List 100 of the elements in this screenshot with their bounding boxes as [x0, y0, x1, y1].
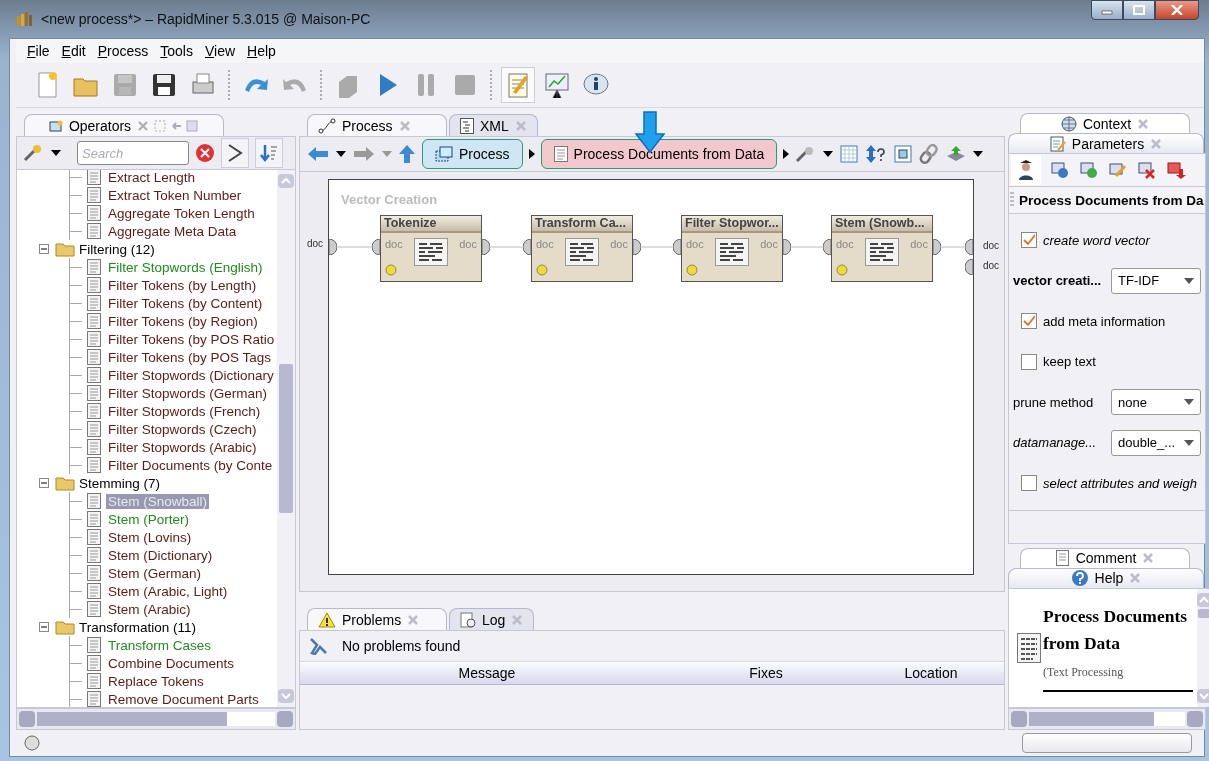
- operator-item[interactable]: Filter Stopwords (French): [106, 403, 263, 419]
- close-icon[interactable]: [398, 119, 411, 132]
- sort-button[interactable]: [255, 138, 283, 168]
- operator-item[interactable]: Filter Tokens (by POS Tags: [106, 349, 274, 365]
- breadcrumb-item[interactable]: Process Documents from Data: [540, 139, 778, 169]
- caret-icon[interactable]: [823, 151, 834, 157]
- port-icon[interactable]: [783, 239, 791, 255]
- operator-item[interactable]: Filter Tokens (by POS Ratio: [106, 331, 277, 347]
- port-icon[interactable]: [633, 239, 641, 255]
- column-header[interactable]: Location: [858, 665, 1004, 681]
- close-icon[interactable]: [407, 613, 420, 626]
- operator-node[interactable]: Transform Ca... doc doc: [531, 215, 633, 282]
- operator-item[interactable]: Aggregate Meta Data: [106, 223, 239, 239]
- operator-item[interactable]: Extract Token Number: [106, 187, 244, 203]
- operator-item[interactable]: Filter Stopwords (German): [106, 385, 270, 401]
- operator-item[interactable]: Stem (Lovins): [106, 529, 194, 545]
- search-field[interactable]: Search: [77, 141, 189, 165]
- close-icon[interactable]: [1142, 552, 1155, 564]
- caret-icon[interactable]: [336, 151, 346, 157]
- checkbox[interactable]: [1021, 475, 1037, 492]
- info-window-icon[interactable]: [1050, 161, 1070, 179]
- operator-item[interactable]: Aggregate Token Length: [106, 205, 257, 221]
- column-header[interactable]: Fixes: [674, 665, 858, 681]
- operator-node[interactable]: Tokenize doc doc: [380, 215, 482, 282]
- check-window-icon[interactable]: [1079, 161, 1099, 179]
- port-icon[interactable]: [933, 239, 941, 255]
- panel-tab[interactable]: Context: [1020, 113, 1190, 133]
- close-icon[interactable]: [1129, 572, 1142, 584]
- panel-tab[interactable]: Comment: [1020, 547, 1190, 568]
- back-arrow-icon[interactable]: [306, 145, 330, 163]
- operator-item[interactable]: Combine Documents: [106, 655, 237, 671]
- collapse-icon[interactable]: [39, 244, 49, 254]
- operator-item[interactable]: Stem (Porter): [106, 511, 191, 527]
- expert-mode-button[interactable]: [1011, 155, 1041, 185]
- column-header[interactable]: Message: [300, 665, 674, 681]
- menu-item[interactable]: Edit: [56, 41, 91, 61]
- port-icon[interactable]: [329, 239, 337, 255]
- port-icon[interactable]: [673, 239, 681, 255]
- scroll-thumb[interactable]: [279, 363, 293, 514]
- operator-item[interactable]: Remove Document Parts: [106, 691, 261, 707]
- operator-item[interactable]: Filter Stopwords (English): [106, 259, 265, 275]
- operator-item[interactable]: Stem (Arabic, Light): [106, 583, 230, 599]
- menu-item[interactable]: File: [22, 41, 55, 61]
- operator-item[interactable]: Filter Stopwords (Czech): [106, 421, 259, 437]
- dropdown[interactable]: TF-IDF: [1111, 267, 1201, 294]
- port-icon[interactable]: [372, 239, 380, 255]
- operator-item[interactable]: Extract Length: [106, 170, 198, 185]
- maximize-button[interactable]: [1123, 0, 1155, 20]
- scroll-thumb[interactable]: [1198, 608, 1209, 618]
- close-icon[interactable]: [1137, 117, 1150, 130]
- grid-icon[interactable]: [839, 144, 860, 164]
- arrows-question-icon[interactable]: [865, 144, 888, 164]
- scrollbar[interactable]: [1197, 588, 1209, 707]
- dropdown[interactable]: none: [1111, 389, 1201, 416]
- import-icon[interactable]: [1166, 161, 1186, 179]
- panel-tab[interactable]: Help: [1008, 567, 1204, 588]
- operator-item[interactable]: Filter Tokens (by Content): [106, 295, 265, 311]
- port-icon[interactable]: [965, 239, 973, 255]
- checkbox[interactable]: [1021, 353, 1037, 370]
- port-icon[interactable]: [823, 239, 831, 255]
- clear-icon[interactable]: [195, 143, 215, 163]
- port-icon[interactable]: [482, 239, 490, 255]
- minimize-button[interactable]: [1091, 0, 1123, 20]
- panel-tab[interactable]: Parameters: [1008, 133, 1204, 153]
- filter-button[interactable]: [221, 138, 249, 168]
- close-button[interactable]: [1155, 0, 1199, 20]
- operator-item[interactable]: Stem (Arabic): [106, 601, 193, 617]
- menu-item[interactable]: Process: [92, 41, 154, 61]
- delete-window-icon[interactable]: [1137, 161, 1157, 179]
- operator-item[interactable]: Filter Stopwords (Arabic): [106, 439, 259, 455]
- tree-group[interactable]: Filtering (12): [79, 241, 155, 257]
- menu-item[interactable]: Help: [242, 41, 281, 61]
- close-icon[interactable]: [1150, 137, 1163, 150]
- editor-tab[interactable]: XML: [449, 114, 538, 136]
- port-icon[interactable]: [965, 259, 973, 275]
- dropdown[interactable]: double_...: [1111, 429, 1201, 456]
- panel-tab[interactable]: Log: [449, 608, 535, 630]
- chain-link-icon[interactable]: [919, 144, 940, 164]
- checkbox[interactable]: [1021, 232, 1037, 249]
- collapse-icon[interactable]: [39, 478, 49, 488]
- breadcrumb-item[interactable]: Process: [422, 139, 523, 169]
- collapse-icon[interactable]: [39, 622, 49, 632]
- operator-item[interactable]: Replace Tokens: [106, 673, 206, 689]
- operator-item[interactable]: Stem (German): [106, 565, 204, 581]
- operator-node[interactable]: Stem (Snowb... doc doc: [831, 215, 933, 282]
- up-arrow-icon[interactable]: [398, 144, 416, 164]
- editor-tab[interactable]: Process: [307, 114, 447, 136]
- operator-item[interactable]: Stem (Dictionary): [106, 547, 215, 563]
- operators-tab[interactable]: Operators: [24, 114, 224, 136]
- caret-icon[interactable]: [973, 151, 984, 157]
- operator-node[interactable]: Filter Stopwor... doc doc: [681, 215, 783, 282]
- panel-tab[interactable]: Problems: [307, 608, 447, 630]
- menu-item[interactable]: View: [200, 41, 241, 61]
- scrollbar[interactable]: [277, 170, 295, 707]
- forward-arrow-icon[interactable]: [352, 145, 376, 163]
- operator-item[interactable]: Transform Cases: [106, 637, 214, 653]
- operator-item[interactable]: Filter Stopwords (Dictionary: [106, 367, 276, 383]
- pencil-icon[interactable]: [1108, 161, 1128, 179]
- checkbox[interactable]: [1021, 313, 1037, 330]
- operator-item[interactable]: Filter Documents (by Conte: [106, 457, 275, 473]
